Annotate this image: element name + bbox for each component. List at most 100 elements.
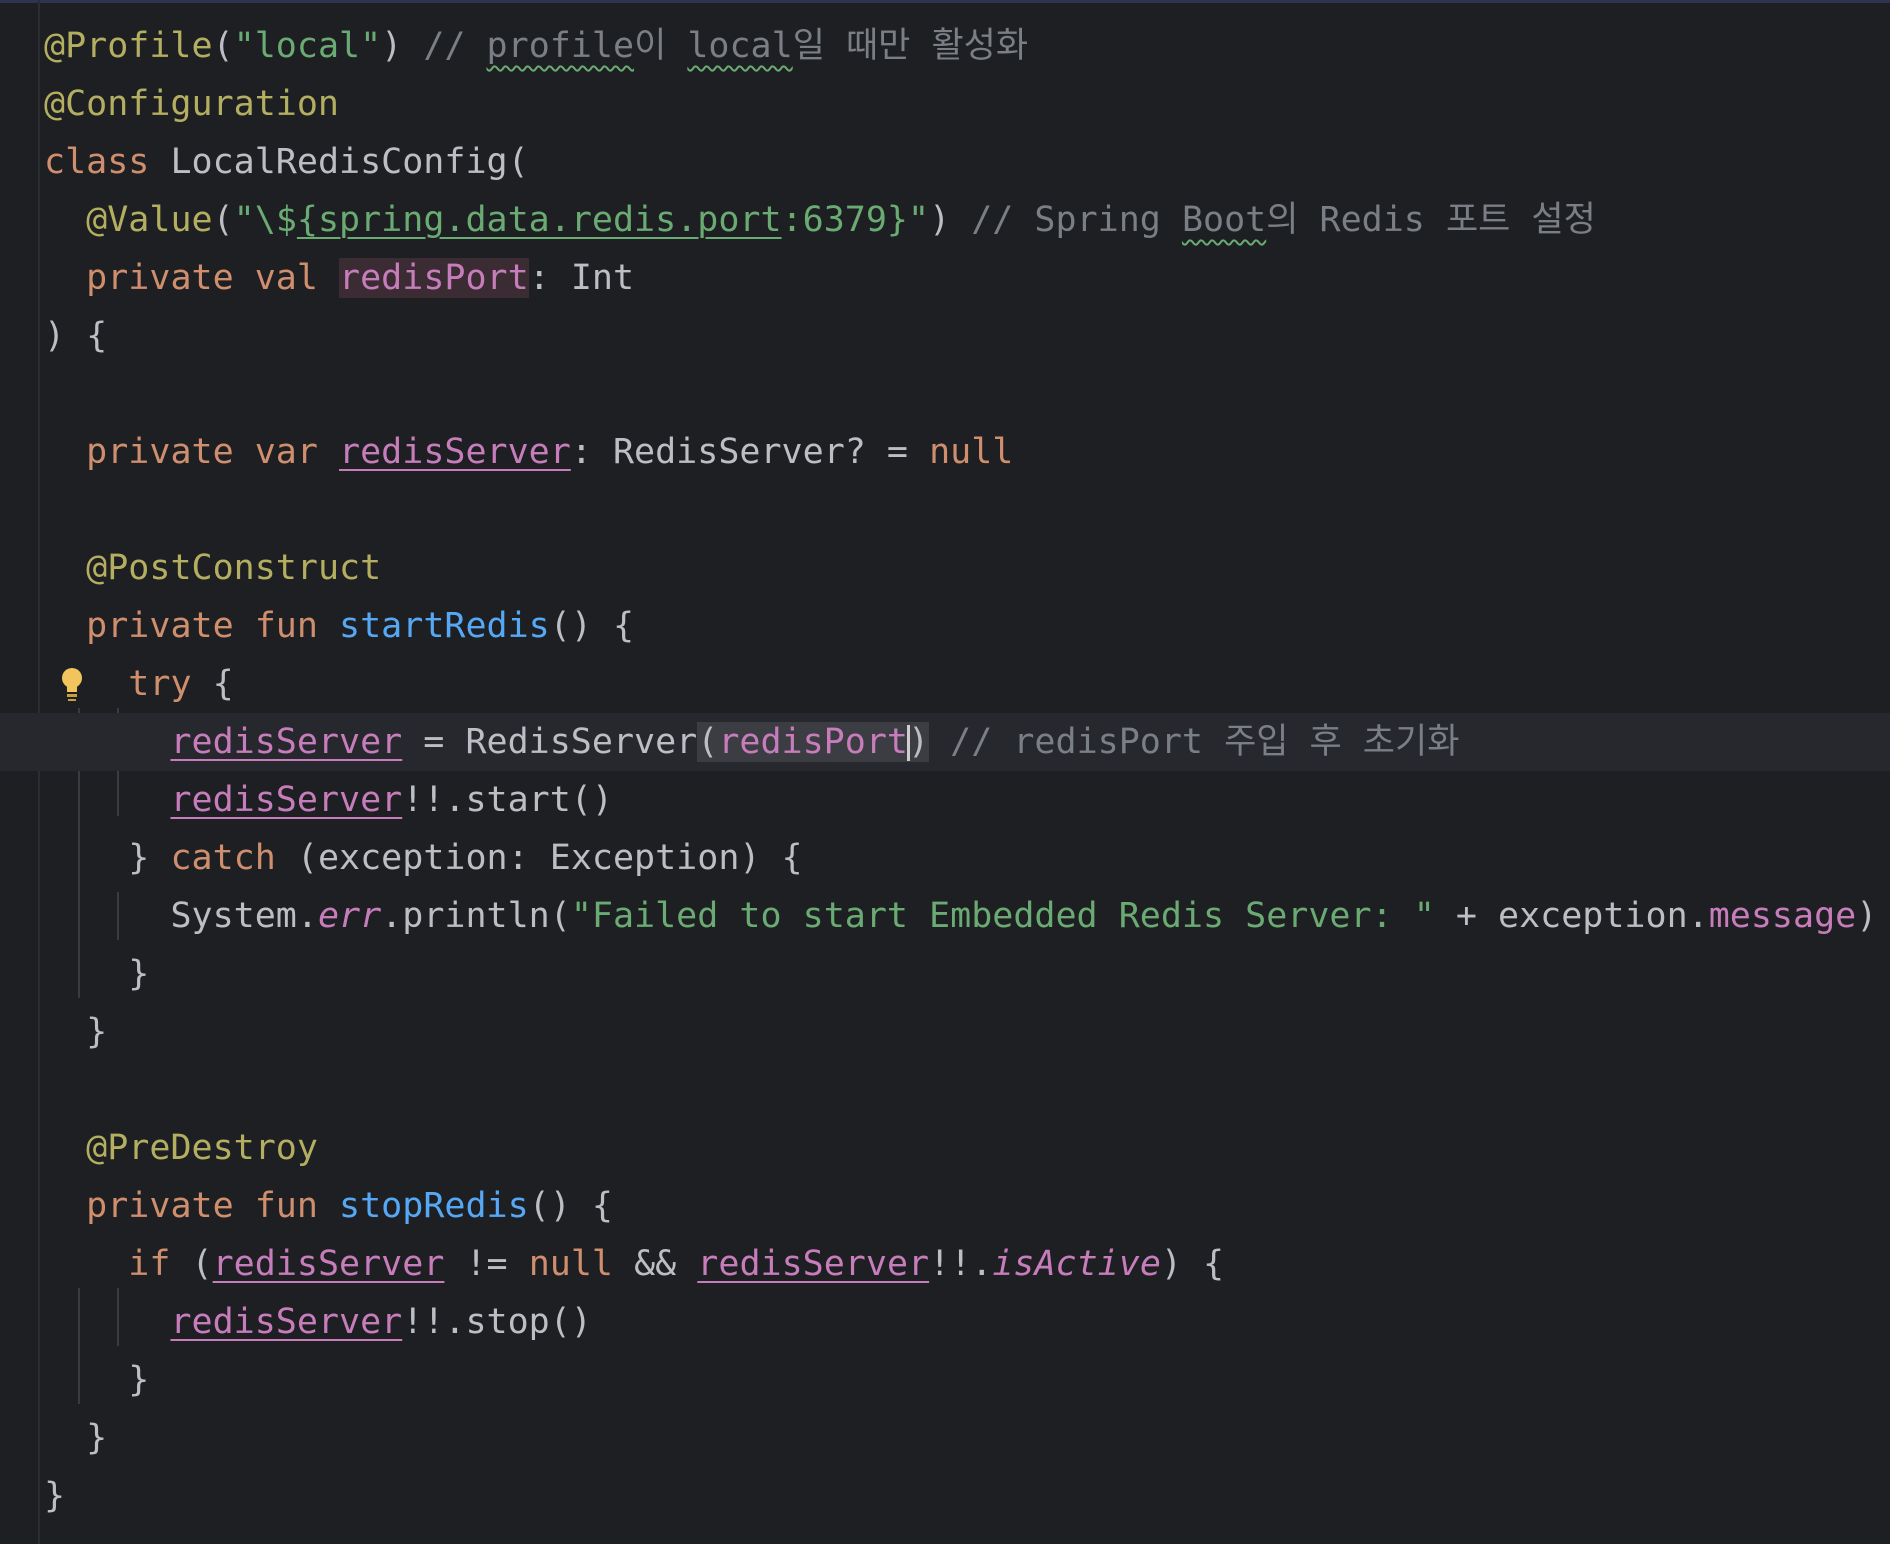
class-name-token: LocalRedisConfig( (170, 142, 529, 182)
function-name-token: stopRedis (339, 1186, 529, 1226)
comment-token: // profile이 local일 때만 활성화 (402, 26, 1029, 66)
type-token: : RedisServer? = (570, 432, 930, 472)
paren-token: () { (528, 1186, 613, 1226)
brace-token: ) { (1160, 1244, 1225, 1284)
code-line-13-current[interactable]: redisServer = RedisServer(redisPort) // … (0, 713, 1890, 771)
keyword-token: private fun (86, 1186, 318, 1226)
paren-token: ( (212, 26, 234, 66)
code-line-21[interactable]: private fun stopRedis() { (0, 1177, 1890, 1235)
matched-paren-group: (redisPort) (697, 722, 930, 762)
lightbulb-icon[interactable] (60, 666, 84, 702)
code-line-14[interactable]: redisServer!!.start() (0, 771, 1890, 829)
type-token: : Int (528, 258, 635, 298)
code-editor[interactable]: @Profile("local") // profile이 local일 때만 … (0, 0, 1890, 1544)
keyword-token: private var (86, 432, 318, 472)
code-line-4[interactable]: @Value("\${spring.data.redis.port:6379}"… (0, 191, 1890, 249)
code-line-1[interactable]: @Profile("local") // profile이 local일 때만 … (0, 17, 1890, 75)
operator-token: != (444, 1244, 529, 1284)
mutable-property-token: redisServer (339, 432, 571, 472)
paren-token: ( (212, 200, 234, 240)
code-line-5[interactable]: private val redisPort: Int (0, 249, 1890, 307)
keyword-token: class (44, 142, 150, 182)
mutable-property-token: redisServer (170, 1302, 403, 1342)
code-line-10[interactable]: @PostConstruct (0, 539, 1890, 597)
code-line-23[interactable]: redisServer!!.stop() (0, 1293, 1890, 1351)
mutable-property-token: redisServer (170, 722, 403, 762)
method-call-token: .println( (381, 896, 571, 936)
code-line-2[interactable]: @Configuration (0, 75, 1890, 133)
method-call-token: !!.stop() (402, 1302, 592, 1342)
code-line-8[interactable]: private var redisServer: RedisServer? = … (0, 423, 1890, 481)
catch-clause-token: (exception: Exception) { (275, 838, 803, 878)
code-line-3[interactable]: class LocalRedisConfig( (0, 133, 1890, 191)
code-line-17[interactable]: } (0, 945, 1890, 1003)
brace-token: } (128, 1360, 150, 1400)
method-call-token: !!.start() (402, 780, 613, 820)
keyword-token: private val (86, 258, 318, 298)
paren-token: ) (929, 200, 951, 240)
paren-token: () { (549, 606, 635, 646)
typo-word: local (687, 26, 793, 66)
brace-token: } (128, 954, 150, 994)
string-token: "\${spring.data.redis.port:6379}" (233, 200, 930, 240)
operator-token: !!. (929, 1244, 993, 1284)
annotation-token: @PreDestroy (86, 1128, 318, 1168)
keyword-token: private fun (86, 606, 318, 646)
keyword-token: try (128, 664, 192, 704)
code-line-24[interactable]: } (0, 1351, 1890, 1409)
brace-token: } (128, 838, 171, 878)
brace-token: } (44, 1476, 66, 1516)
class-reference-token: System. (170, 896, 318, 936)
code-line-6[interactable]: ) { (0, 307, 1890, 365)
code-line-25[interactable]: } (0, 1409, 1890, 1467)
operator-token: && (613, 1244, 698, 1284)
property-token: isActive (992, 1244, 1161, 1284)
mutable-property-token: redisServer (212, 1244, 445, 1284)
code-line-12[interactable]: try { (0, 655, 1890, 713)
brace-token: { (191, 664, 234, 704)
code-line-15[interactable]: } catch (exception: Exception) { (0, 829, 1890, 887)
typo-word: profile (486, 26, 635, 66)
code-line-18[interactable]: } (0, 1003, 1890, 1061)
annotation-token: @Profile (44, 26, 213, 66)
code-line-22[interactable]: if (redisServer != null && redisServer!!… (0, 1235, 1890, 1293)
editor-top-border (0, 0, 1890, 3)
constructor-call-token: = RedisServer (402, 722, 698, 762)
annotation-token: @Configuration (44, 84, 340, 124)
code-line-20[interactable]: @PreDestroy (0, 1119, 1890, 1177)
code-line-16[interactable]: System.err.println("Failed to start Embe… (0, 887, 1890, 945)
annotation-token: @Value (86, 200, 213, 240)
operator-token: + exception. (1434, 896, 1709, 936)
keyword-token: if (128, 1244, 171, 1284)
keyword-token: catch (170, 838, 276, 878)
code-line-11[interactable]: private fun startRedis() { (0, 597, 1890, 655)
mutable-property-token: redisServer (697, 1244, 930, 1284)
typo-word: Boot (1181, 200, 1267, 240)
static-field-token: err (317, 896, 382, 936)
function-name-token: startRedis (339, 606, 550, 646)
string-token: "local" (233, 26, 382, 66)
code-line-26[interactable]: } (0, 1467, 1890, 1525)
property-token: message (1708, 896, 1857, 936)
paren-token: ) (381, 26, 403, 66)
parameter-token-highlighted: redisPort (339, 258, 529, 298)
